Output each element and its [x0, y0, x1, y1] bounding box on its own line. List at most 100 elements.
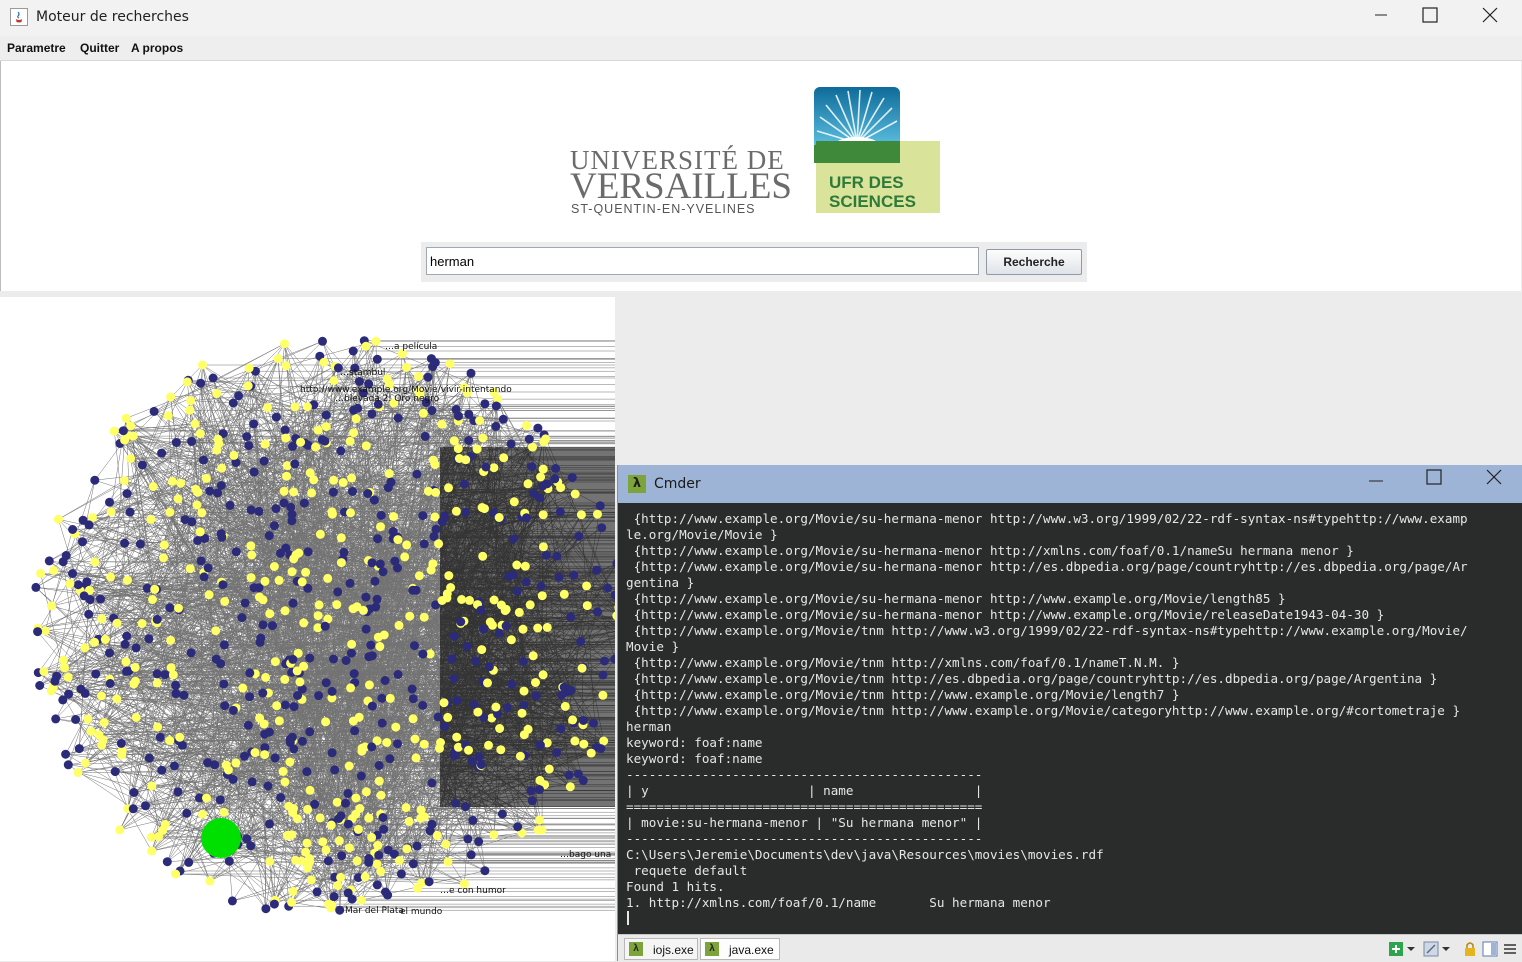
- graph-node[interactable]: [84, 520, 94, 530]
- graph-node[interactable]: [382, 738, 392, 747]
- graph-node[interactable]: [246, 505, 256, 515]
- graph-node[interactable]: [105, 679, 115, 688]
- graph-node[interactable]: [165, 736, 175, 745]
- graph-node[interactable]: [168, 670, 178, 680]
- graph-node[interactable]: [535, 740, 545, 750]
- graph-node[interactable]: [264, 727, 274, 737]
- graph-node[interactable]: [240, 598, 250, 608]
- graph-node[interactable]: [447, 654, 457, 664]
- graph-node[interactable]: [244, 441, 254, 451]
- graph-node[interactable]: [166, 392, 176, 402]
- graph-node[interactable]: [574, 531, 584, 541]
- graph-node[interactable]: [528, 651, 538, 661]
- graph-node[interactable]: [179, 690, 189, 700]
- graph-node[interactable]: [352, 602, 362, 612]
- graph-node[interactable]: [367, 742, 377, 752]
- graph-node[interactable]: [173, 494, 183, 504]
- graph-node[interactable]: [290, 459, 300, 469]
- graph-node[interactable]: [472, 444, 482, 454]
- graph-node[interactable]: [345, 436, 355, 446]
- menu-quitter[interactable]: Quitter: [80, 41, 119, 55]
- graph-node[interactable]: [350, 726, 360, 736]
- cmder-maximize-button[interactable]: [1411, 462, 1457, 492]
- graph-node[interactable]: [79, 591, 89, 601]
- graph-node[interactable]: [476, 605, 486, 615]
- graph-node[interactable]: [290, 402, 300, 412]
- graph-node[interactable]: [299, 498, 309, 508]
- graph-node[interactable]: [407, 684, 417, 694]
- graph-node[interactable]: [64, 689, 74, 699]
- graph-node[interactable]: [288, 654, 298, 664]
- graph-node[interactable]: [295, 677, 305, 687]
- graph-node[interactable]: [219, 679, 229, 689]
- graph-node[interactable]: [320, 621, 330, 631]
- graph-node[interactable]: [352, 856, 362, 866]
- graph-node[interactable]: [203, 563, 213, 573]
- graph-node[interactable]: [559, 589, 569, 599]
- graph-node[interactable]: [341, 798, 350, 808]
- graph-node[interactable]: [531, 691, 541, 701]
- graph-node[interactable]: [61, 551, 71, 560]
- graph-node[interactable]: [361, 624, 371, 634]
- graph-node[interactable]: [311, 442, 321, 452]
- graph-node[interactable]: [586, 748, 596, 758]
- graph-node[interactable]: [377, 693, 387, 703]
- graph-node[interactable]: [280, 700, 290, 710]
- graph-node[interactable]: [125, 507, 135, 517]
- graph-node[interactable]: [519, 686, 529, 696]
- graph-node[interactable]: [556, 483, 566, 493]
- graph-node[interactable]: [394, 620, 404, 630]
- graph-node[interactable]: [171, 869, 181, 879]
- graph-node[interactable]: [541, 550, 551, 560]
- graph-node[interactable]: [106, 572, 116, 582]
- graph-node[interactable]: [227, 896, 237, 906]
- graph-node[interactable]: [260, 439, 270, 449]
- graph-node[interactable]: [419, 812, 429, 822]
- graph-node[interactable]: [568, 715, 578, 725]
- graph-node[interactable]: [444, 571, 454, 581]
- graph-node[interactable]: [349, 669, 359, 679]
- graph-node[interactable]: [270, 753, 280, 763]
- graph-node[interactable]: [299, 618, 309, 628]
- graph-node[interactable]: [393, 535, 403, 545]
- graph-node[interactable]: [249, 583, 259, 593]
- graph-node[interactable]: [597, 523, 607, 533]
- graph-node[interactable]: [378, 813, 388, 822]
- graph-node[interactable]: [491, 702, 501, 712]
- graph-node[interactable]: [593, 509, 602, 519]
- graph-node[interactable]: [213, 434, 223, 444]
- graph-node[interactable]: [554, 572, 564, 582]
- graph-node[interactable]: [413, 372, 423, 381]
- graph-node[interactable]: [122, 666, 131, 676]
- graph-node[interactable]: [130, 676, 140, 686]
- graph-node[interactable]: [159, 553, 168, 563]
- graph-node[interactable]: [122, 489, 132, 499]
- graph-node[interactable]: [228, 774, 238, 784]
- graph-node[interactable]: [374, 761, 384, 770]
- graph-node[interactable]: [377, 718, 387, 728]
- graph-node[interactable]: [420, 431, 430, 441]
- graph-node[interactable]: [245, 692, 255, 702]
- graph-node[interactable]: [105, 497, 114, 507]
- graph-node[interactable]: [542, 479, 552, 489]
- graph-node[interactable]: [157, 765, 167, 775]
- graph-panel[interactable]: …a película …stambul http://www.example.or…: [0, 297, 615, 961]
- graph-node[interactable]: [473, 707, 483, 717]
- graph-node[interactable]: [118, 426, 128, 436]
- graph-node[interactable]: [471, 656, 480, 666]
- graph-node[interactable]: [386, 477, 396, 487]
- graph-node[interactable]: [258, 595, 268, 605]
- graph-node[interactable]: [388, 527, 398, 536]
- graph-node[interactable]: [379, 630, 389, 640]
- graph-node[interactable]: [427, 819, 437, 829]
- graph-node[interactable]: [414, 571, 424, 581]
- graph-node[interactable]: [494, 628, 504, 638]
- graph-node[interactable]: [449, 631, 459, 641]
- graph-node[interactable]: [522, 420, 532, 430]
- graph-node[interactable]: [121, 657, 131, 667]
- graph-node[interactable]: [321, 678, 331, 688]
- graph-node[interactable]: [515, 751, 525, 761]
- graph-node[interactable]: [196, 378, 206, 388]
- graph-node[interactable]: [491, 421, 501, 431]
- graph-node[interactable]: [274, 575, 284, 585]
